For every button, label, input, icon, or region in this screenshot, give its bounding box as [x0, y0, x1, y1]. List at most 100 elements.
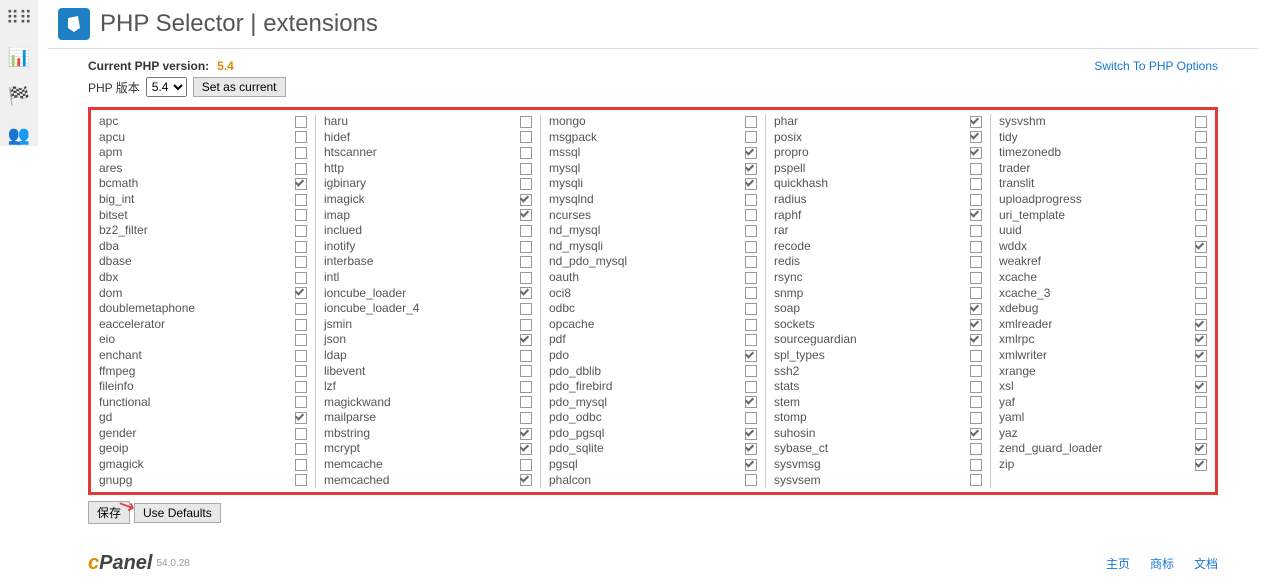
extension-checkbox[interactable] [970, 272, 982, 284]
extension-checkbox[interactable] [295, 116, 307, 128]
extension-checkbox[interactable] [970, 412, 982, 424]
extension-checkbox[interactable] [520, 225, 532, 237]
extension-checkbox[interactable] [745, 209, 757, 221]
extension-checkbox[interactable] [745, 412, 757, 424]
extension-checkbox[interactable] [970, 474, 982, 486]
extension-checkbox[interactable] [295, 365, 307, 377]
stats-icon[interactable]: 📊 [8, 47, 30, 68]
extension-checkbox[interactable] [1195, 319, 1207, 331]
extension-checkbox[interactable] [520, 147, 532, 159]
extension-checkbox[interactable] [295, 178, 307, 190]
extension-checkbox[interactable] [1195, 381, 1207, 393]
extension-checkbox[interactable] [745, 256, 757, 268]
extension-checkbox[interactable] [970, 350, 982, 362]
extension-checkbox[interactable] [1195, 256, 1207, 268]
extension-checkbox[interactable] [1195, 194, 1207, 206]
extension-checkbox[interactable] [295, 256, 307, 268]
extension-checkbox[interactable] [520, 272, 532, 284]
extension-checkbox[interactable] [970, 319, 982, 331]
extension-checkbox[interactable] [295, 443, 307, 455]
extension-checkbox[interactable] [520, 443, 532, 455]
extension-checkbox[interactable] [1195, 459, 1207, 471]
extension-checkbox[interactable] [745, 334, 757, 346]
extension-checkbox[interactable] [970, 443, 982, 455]
extension-checkbox[interactable] [520, 209, 532, 221]
extension-checkbox[interactable] [1195, 147, 1207, 159]
extension-checkbox[interactable] [520, 474, 532, 486]
users-icon[interactable]: 👥 [8, 125, 30, 146]
extension-checkbox[interactable] [520, 131, 532, 143]
dashboard-icon[interactable]: 🏁 [8, 86, 30, 107]
extension-checkbox[interactable] [970, 381, 982, 393]
extension-checkbox[interactable] [745, 459, 757, 471]
extension-checkbox[interactable] [520, 412, 532, 424]
extension-checkbox[interactable] [745, 147, 757, 159]
extension-checkbox[interactable] [970, 131, 982, 143]
set-current-button[interactable]: Set as current [193, 77, 286, 97]
extension-checkbox[interactable] [295, 241, 307, 253]
extension-checkbox[interactable] [520, 319, 532, 331]
php-version-select[interactable]: 5.4 [146, 77, 187, 97]
extension-checkbox[interactable] [745, 178, 757, 190]
extension-checkbox[interactable] [295, 131, 307, 143]
extension-checkbox[interactable] [745, 163, 757, 175]
extension-checkbox[interactable] [1195, 365, 1207, 377]
extension-checkbox[interactable] [970, 396, 982, 408]
extension-checkbox[interactable] [520, 178, 532, 190]
extension-checkbox[interactable] [745, 287, 757, 299]
extension-checkbox[interactable] [970, 116, 982, 128]
extension-checkbox[interactable] [745, 241, 757, 253]
extension-checkbox[interactable] [520, 365, 532, 377]
extension-checkbox[interactable] [520, 381, 532, 393]
extension-checkbox[interactable] [520, 459, 532, 471]
extension-checkbox[interactable] [1195, 209, 1207, 221]
extension-checkbox[interactable] [745, 428, 757, 440]
extension-checkbox[interactable] [1195, 131, 1207, 143]
extension-checkbox[interactable] [1195, 428, 1207, 440]
extension-checkbox[interactable] [295, 287, 307, 299]
extension-checkbox[interactable] [745, 396, 757, 408]
extension-checkbox[interactable] [1195, 163, 1207, 175]
extension-checkbox[interactable] [970, 147, 982, 159]
extension-checkbox[interactable] [295, 334, 307, 346]
extension-checkbox[interactable] [970, 365, 982, 377]
extension-checkbox[interactable] [1195, 272, 1207, 284]
extension-checkbox[interactable] [520, 303, 532, 315]
extension-checkbox[interactable] [295, 474, 307, 486]
extension-checkbox[interactable] [295, 209, 307, 221]
extension-checkbox[interactable] [1195, 116, 1207, 128]
extension-checkbox[interactable] [970, 459, 982, 471]
extension-checkbox[interactable] [295, 412, 307, 424]
extension-checkbox[interactable] [970, 163, 982, 175]
extension-checkbox[interactable] [745, 319, 757, 331]
extension-checkbox[interactable] [295, 147, 307, 159]
extension-checkbox[interactable] [745, 272, 757, 284]
extension-checkbox[interactable] [520, 241, 532, 253]
extension-checkbox[interactable] [745, 303, 757, 315]
extension-checkbox[interactable] [745, 116, 757, 128]
apps-icon[interactable]: ⠿⠿ [6, 8, 32, 29]
footer-link-home[interactable]: 主页 [1106, 555, 1130, 572]
extension-checkbox[interactable] [970, 241, 982, 253]
extension-checkbox[interactable] [520, 287, 532, 299]
extension-checkbox[interactable] [970, 287, 982, 299]
extension-checkbox[interactable] [295, 396, 307, 408]
extension-checkbox[interactable] [745, 365, 757, 377]
extension-checkbox[interactable] [745, 194, 757, 206]
extension-checkbox[interactable] [745, 131, 757, 143]
use-defaults-button[interactable]: Use Defaults [134, 503, 221, 523]
extension-checkbox[interactable] [295, 319, 307, 331]
extension-checkbox[interactable] [295, 350, 307, 362]
extension-checkbox[interactable] [295, 303, 307, 315]
extension-checkbox[interactable] [745, 474, 757, 486]
extension-checkbox[interactable] [745, 381, 757, 393]
extension-checkbox[interactable] [295, 428, 307, 440]
extension-checkbox[interactable] [295, 194, 307, 206]
extension-checkbox[interactable] [520, 428, 532, 440]
extension-checkbox[interactable] [295, 381, 307, 393]
extension-checkbox[interactable] [1195, 287, 1207, 299]
extension-checkbox[interactable] [970, 256, 982, 268]
extension-checkbox[interactable] [1195, 241, 1207, 253]
extension-checkbox[interactable] [745, 443, 757, 455]
extension-checkbox[interactable] [1195, 178, 1207, 190]
